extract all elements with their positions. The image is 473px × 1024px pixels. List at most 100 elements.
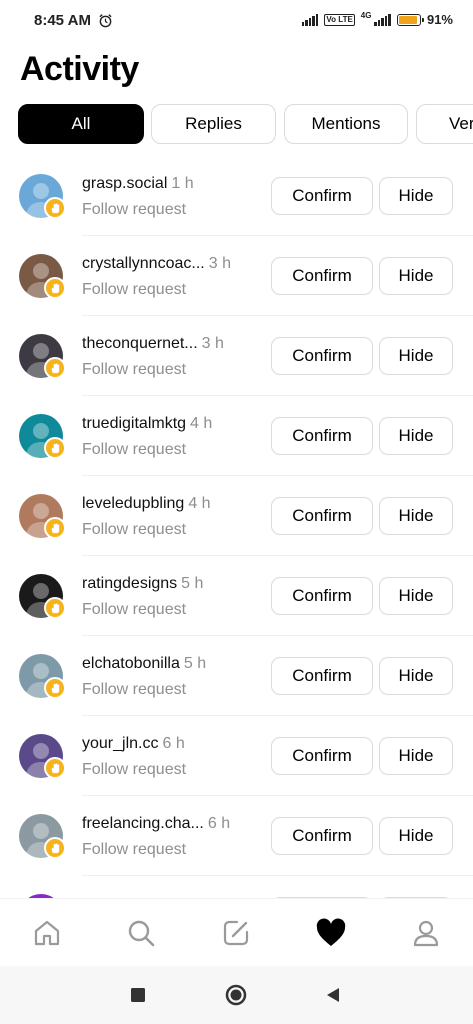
confirm-button[interactable]: Confirm bbox=[271, 337, 373, 375]
network-type: 4G bbox=[360, 11, 372, 20]
list-item-partial[interactable] bbox=[0, 876, 473, 898]
list-item[interactable]: truedigitalmktg 4 h Follow request Confir… bbox=[0, 396, 473, 476]
page-title: Activity bbox=[20, 50, 139, 88]
list-item[interactable]: grasp.social 1 h Follow request Confirm H… bbox=[0, 156, 473, 236]
profile-icon bbox=[413, 920, 439, 947]
hand-wave-icon bbox=[44, 437, 66, 459]
hide-button[interactable]: Hide bbox=[379, 417, 453, 455]
request-text: truedigitalmktg 4 h Follow request bbox=[82, 414, 264, 460]
timestamp: 4 h bbox=[190, 415, 213, 432]
alarm-clock-icon bbox=[99, 14, 112, 28]
heart-icon bbox=[316, 918, 346, 946]
timestamp: 6 h bbox=[207, 815, 231, 832]
list-item[interactable]: theconquernet... 3 h Follow request Confi… bbox=[0, 316, 473, 396]
list-item[interactable]: ratingdesigns 5 h Follow request Confirm … bbox=[0, 556, 473, 636]
list-item[interactable]: elchatobonilla 5 h Follow request Confirm… bbox=[0, 636, 473, 716]
filter-chip-replies[interactable]: Replies bbox=[151, 104, 276, 144]
nav-home[interactable] bbox=[31, 917, 63, 949]
hand-wave-icon bbox=[44, 837, 66, 859]
request-type: Follow request bbox=[82, 521, 187, 538]
hand-wave-icon bbox=[44, 197, 66, 219]
timestamp: 6 h bbox=[162, 735, 185, 752]
home-system-button[interactable] bbox=[225, 984, 247, 1006]
confirm-button[interactable]: Confirm bbox=[271, 257, 373, 295]
request-type: Follow request bbox=[82, 361, 187, 378]
list-item[interactable]: leveledupbling 4 h Follow request Confirm… bbox=[0, 476, 473, 556]
bottom-nav bbox=[0, 898, 473, 967]
system-nav-bar bbox=[0, 966, 473, 1024]
timestamp: 4 h bbox=[188, 495, 211, 512]
request-text: grasp.social 1 h Follow request bbox=[82, 174, 264, 220]
list-item[interactable]: your_jln.cc 6 h Follow request Confirm Hi… bbox=[0, 716, 473, 796]
username[interactable]: theconquernet... bbox=[82, 335, 198, 352]
request-type: Follow request bbox=[82, 681, 187, 698]
username[interactable]: grasp.social bbox=[82, 175, 167, 192]
timestamp: 5 h bbox=[183, 655, 207, 672]
hide-button[interactable]: Hide bbox=[379, 817, 453, 855]
hand-wave-icon bbox=[44, 677, 66, 699]
status-bar: 8:45 AM Vo LTE 4G 91% bbox=[0, 0, 473, 40]
battery-icon bbox=[396, 13, 424, 26]
timestamp: 3 h bbox=[208, 255, 231, 272]
list-item[interactable]: freelancing.cha... 6 h Follow request Con… bbox=[0, 796, 473, 876]
nav-activity[interactable] bbox=[315, 917, 347, 949]
search-icon bbox=[128, 920, 155, 947]
username[interactable]: leveledupbling bbox=[82, 495, 184, 512]
hand-wave-icon bbox=[44, 357, 66, 379]
filter-chip-all[interactable]: All bbox=[18, 104, 144, 144]
request-text: leveledupbling 4 h Follow request bbox=[82, 494, 264, 540]
username[interactable]: ratingdesigns bbox=[82, 575, 177, 592]
hide-button[interactable]: Hide bbox=[379, 497, 453, 535]
back-triangle-icon bbox=[327, 988, 339, 1002]
status-icons: Vo LTE 4G 91% bbox=[301, 11, 453, 27]
compose-icon bbox=[223, 920, 249, 946]
timestamp: 5 h bbox=[181, 575, 204, 592]
username[interactable]: crystallynncoac... bbox=[82, 255, 205, 272]
username[interactable]: your_jln.cc bbox=[82, 735, 158, 752]
request-type: Follow request bbox=[82, 281, 187, 298]
confirm-button[interactable]: Confirm bbox=[271, 417, 373, 455]
follow-request-list: grasp.social 1 h Follow request Confirm H… bbox=[0, 156, 473, 898]
signal-icon bbox=[301, 13, 319, 26]
username[interactable]: elchatobonilla bbox=[82, 655, 180, 672]
timestamp: 1 h bbox=[171, 175, 194, 192]
confirm-button[interactable]: Confirm bbox=[271, 657, 373, 695]
list-item[interactable]: crystallynncoac... 3 h Follow request Con… bbox=[0, 236, 473, 316]
back-button[interactable] bbox=[322, 984, 344, 1006]
confirm-button[interactable]: Confirm bbox=[271, 737, 373, 775]
confirm-button[interactable]: Confirm bbox=[271, 577, 373, 615]
hide-button[interactable]: Hide bbox=[379, 577, 453, 615]
recents-square-icon bbox=[131, 988, 145, 1002]
request-text: theconquernet... 3 h Follow request bbox=[82, 334, 264, 380]
battery-level bbox=[398, 15, 418, 24]
hide-button[interactable]: Hide bbox=[379, 737, 453, 775]
request-text: ratingdesigns 5 h Follow request bbox=[82, 574, 264, 620]
signal-icon-2 bbox=[374, 13, 391, 26]
hide-button[interactable]: Hide bbox=[379, 177, 453, 215]
request-type: Follow request bbox=[82, 761, 187, 778]
request-type: Follow request bbox=[82, 841, 187, 858]
recents-button[interactable] bbox=[127, 984, 149, 1006]
filter-chip-verified[interactable]: Ver bbox=[416, 104, 473, 144]
username[interactable]: freelancing.cha... bbox=[82, 815, 204, 832]
nav-search[interactable] bbox=[125, 917, 157, 949]
username[interactable]: truedigitalmktg bbox=[82, 415, 186, 432]
confirm-button[interactable]: Confirm bbox=[271, 177, 373, 215]
hide-button[interactable]: Hide bbox=[379, 657, 453, 695]
request-text: freelancing.cha... 6 h Follow request bbox=[82, 814, 264, 860]
hide-button[interactable]: Hide bbox=[379, 337, 453, 375]
hand-wave-icon bbox=[44, 277, 66, 299]
filter-chip-mentions[interactable]: Mentions bbox=[284, 104, 408, 144]
request-text: your_jln.cc 6 h Follow request bbox=[82, 734, 264, 780]
request-type: Follow request bbox=[82, 601, 187, 618]
nav-compose[interactable] bbox=[220, 917, 252, 949]
confirm-button[interactable]: Confirm bbox=[271, 497, 373, 535]
home-icon bbox=[34, 920, 60, 946]
nav-profile[interactable] bbox=[410, 917, 442, 949]
hide-button[interactable]: Hide bbox=[379, 257, 453, 295]
hand-wave-icon bbox=[44, 517, 66, 539]
request-text: elchatobonilla 5 h Follow request bbox=[82, 654, 264, 700]
home-circle-icon bbox=[225, 984, 247, 1006]
confirm-button[interactable]: Confirm bbox=[271, 817, 373, 855]
timestamp: 3 h bbox=[201, 335, 224, 352]
